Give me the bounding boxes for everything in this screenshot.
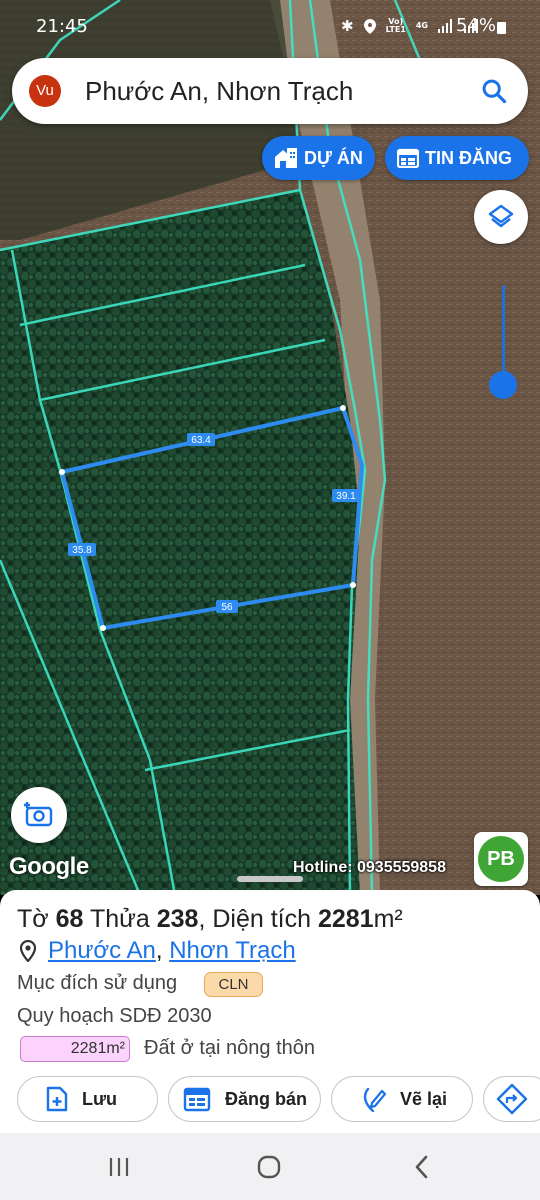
hotline-text: Hotline: 0935559858 — [293, 859, 446, 876]
redraw-button[interactable]: Vẽ lại — [331, 1076, 473, 1122]
ward-link[interactable]: Phước An — [48, 937, 156, 965]
layers-button[interactable] — [474, 190, 528, 244]
building-icon — [275, 148, 297, 168]
edge-label-bottom: 56 — [221, 602, 233, 613]
battery-icon — [497, 22, 506, 34]
parcel-location: Phước An, Nhơn Trạch — [20, 937, 296, 965]
area-value: 2281 — [317, 905, 374, 933]
battery-percent: 54% — [455, 15, 496, 36]
back-icon[interactable] — [410, 1155, 434, 1179]
project-chip[interactable]: DỰ ÁN — [262, 136, 375, 180]
post-listing-button[interactable]: Đăng bán — [168, 1076, 321, 1122]
directions-button[interactable] — [483, 1076, 540, 1122]
avatar[interactable]: Vu — [29, 75, 61, 107]
parcel-title: Tờ 68 Thửa 238, Diện tích 2281m² — [17, 905, 403, 933]
add-file-icon — [46, 1086, 68, 1112]
edge-label-top: 63.4 — [191, 435, 211, 446]
edge-label-right: 39.1 — [336, 491, 356, 502]
pb-logo[interactable]: PB — [474, 832, 528, 886]
redraw-label: Vẽ lại — [400, 1088, 448, 1109]
listing-chip-label: TIN ĐĂNG — [425, 147, 512, 168]
home-icon[interactable] — [257, 1155, 281, 1179]
network-type: 4G — [415, 21, 428, 30]
purpose-badge: CLN — [204, 972, 263, 997]
parcel-info-sheet: Tờ 68 Thửa 238, Diện tích 2281m² Phước A… — [0, 890, 540, 1133]
project-chip-label: DỰ ÁN — [304, 147, 363, 168]
location-icon — [363, 18, 376, 34]
draw-icon — [363, 1087, 386, 1113]
save-button[interactable]: Lưu — [17, 1076, 158, 1122]
add-photo-button[interactable] — [11, 787, 67, 843]
recent-apps-icon[interactable] — [107, 1155, 131, 1179]
add-photo-icon — [24, 802, 53, 827]
map-view[interactable]: 63.4 39.1 56 35.8 — [0, 0, 540, 895]
listing-calendar-icon — [183, 1087, 211, 1112]
volte-indicator: Vo) LTE1 — [385, 17, 406, 34]
plan-landuse: Đất ở tại nông thôn — [144, 1037, 316, 1059]
status-time: 21:45 — [36, 16, 88, 37]
bluetooth-icon: ✱ — [341, 17, 354, 35]
edge-label-left: 35.8 — [72, 545, 92, 556]
plan-label: Quy hoạch SDĐ 2030 — [17, 1005, 212, 1027]
purpose-label: Mục đích sử dụng — [17, 972, 178, 994]
search-query[interactable]: Phước An, Nhơn Trạch — [85, 76, 353, 107]
opacity-slider-thumb[interactable] — [489, 371, 517, 399]
status-bar: 21:45 ✱ Vo) LTE1 4G 54% — [0, 0, 540, 52]
pb-logo-mark: PB — [478, 836, 524, 882]
plan-area-badge: 2281m² — [20, 1036, 130, 1062]
sheet-drag-handle[interactable] — [237, 876, 303, 882]
save-label: Lưu — [82, 1088, 118, 1109]
layers-icon — [488, 204, 514, 228]
post-listing-label: Đăng bán — [225, 1088, 308, 1109]
calendar-icon — [397, 148, 419, 168]
system-nav-bar — [0, 1133, 540, 1200]
action-row: Lưu Đăng bán Vẽ lại — [0, 1076, 540, 1122]
district-link[interactable]: Nhơn Trạch — [169, 937, 295, 965]
signal-icon — [438, 19, 452, 33]
search-bar[interactable]: Vu Phước An, Nhơn Trạch — [12, 58, 528, 124]
google-watermark: Google — [9, 853, 89, 880]
parcel-overlay[interactable]: 63.4 39.1 56 35.8 — [0, 0, 540, 895]
opacity-slider-track[interactable] — [502, 285, 505, 385]
search-icon[interactable] — [480, 77, 508, 105]
listing-chip[interactable]: TIN ĐĂNG — [385, 136, 529, 180]
sheet-number: 68 — [55, 905, 84, 933]
directions-icon — [496, 1083, 528, 1115]
place-icon — [20, 940, 36, 962]
lot-number: 238 — [156, 905, 199, 933]
